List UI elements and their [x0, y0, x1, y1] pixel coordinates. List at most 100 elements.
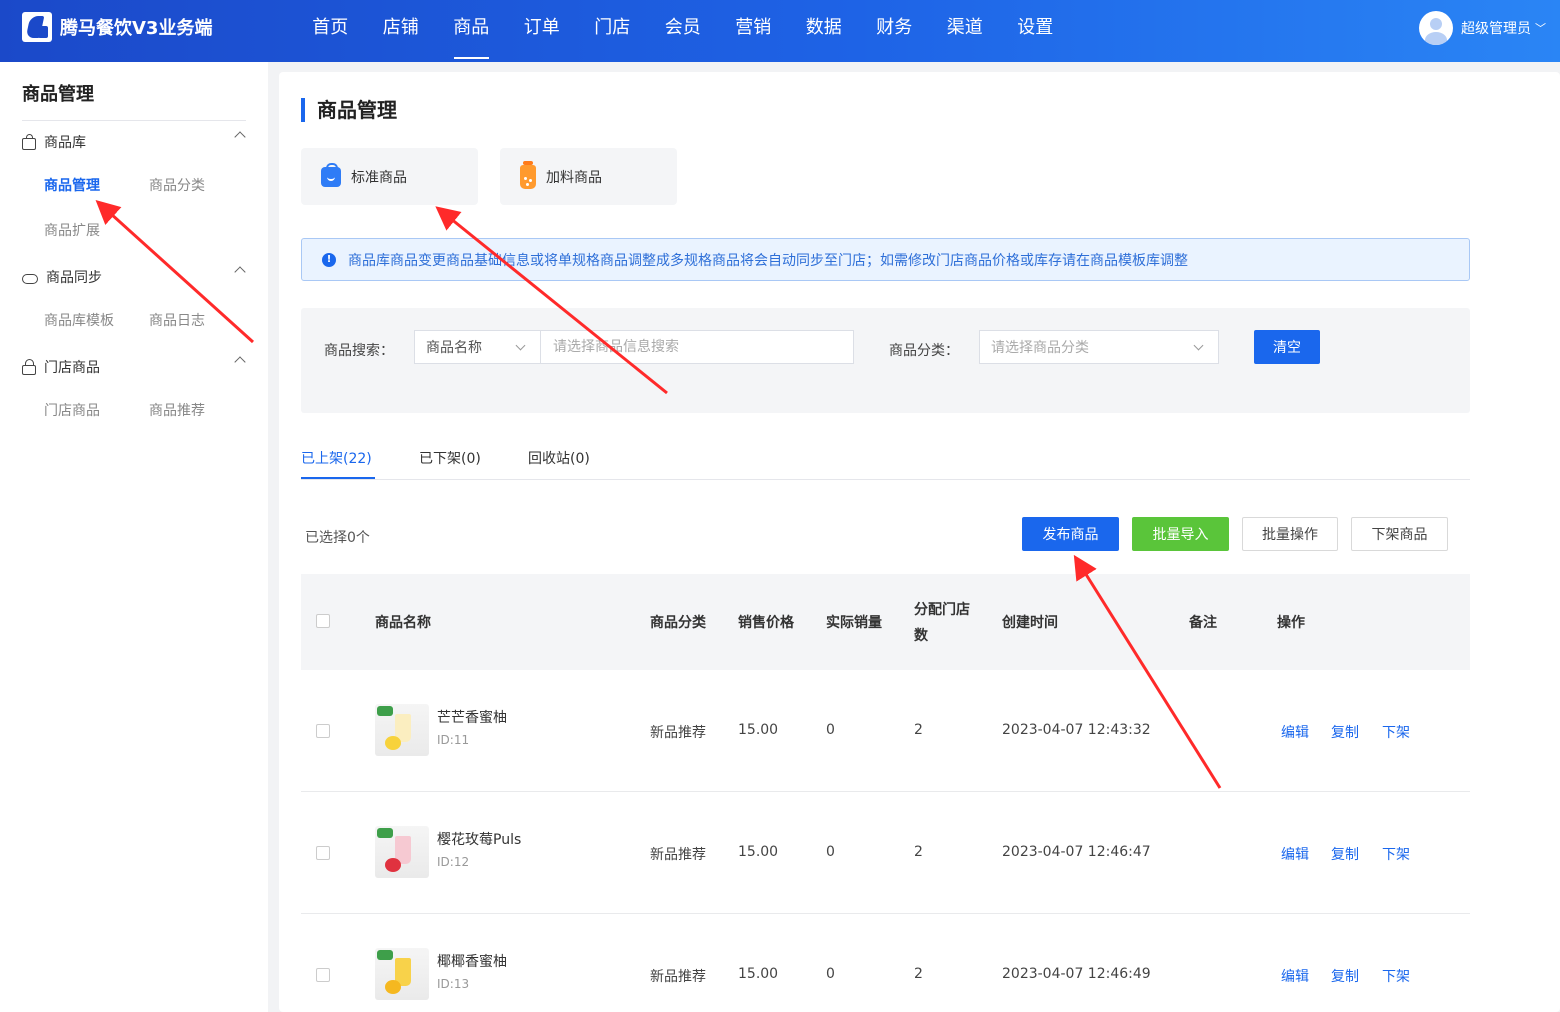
col-category: 商品分类	[650, 615, 706, 631]
col-remark: 备注	[1189, 615, 1217, 631]
offshelf-link[interactable]: 下架	[1382, 722, 1410, 742]
search-input[interactable]	[540, 330, 854, 364]
brand-badge	[377, 706, 393, 716]
top-bar: 腾马餐饮V3业务端 首页 店铺 商品 订单 门店 会员 营销 数据 财务 渠道 …	[0, 0, 1560, 62]
sidebar-item-goods-management[interactable]: 商品管理	[44, 175, 100, 195]
product-name: 芒芒香蜜柚	[437, 710, 507, 726]
sidebar-item-library-template[interactable]: 商品库模板	[44, 310, 114, 330]
batch-import-button[interactable]: 批量导入	[1132, 517, 1229, 551]
nav-marketing[interactable]: 营销	[718, 0, 789, 62]
nav-data[interactable]: 数据	[789, 0, 860, 62]
nav-stores[interactable]: 门店	[577, 0, 648, 62]
product-thumbnail	[375, 948, 429, 1000]
status-tabs: 已上架(22) 已下架(0) 回收站(0)	[301, 442, 1470, 480]
select-all-checkbox[interactable]	[316, 614, 330, 628]
copy-link[interactable]: 复制	[1331, 844, 1359, 864]
sidebar-group-label: 门店商品	[44, 360, 100, 376]
row-checkbox[interactable]	[316, 724, 330, 738]
table-header: 商品名称 商品分类 销售价格 实际销量 分配门店 数 创建时间 备注 操作	[301, 574, 1470, 670]
selected-count: 已选择0个	[305, 530, 370, 546]
sidebar-item-goods-log[interactable]: 商品日志	[149, 310, 205, 330]
shopping-bag-icon	[321, 162, 341, 187]
clear-button[interactable]: 清空	[1254, 330, 1320, 364]
product-name: 椰椰香蜜柚	[437, 954, 507, 970]
search-field-select[interactable]: 商品名称	[414, 330, 541, 364]
sidebar-item-goods-category[interactable]: 商品分类	[149, 175, 205, 195]
col-created: 创建时间	[1002, 615, 1058, 631]
chevron-down-icon: ﹀	[1535, 22, 1546, 35]
sidebar-title: 商品管理	[22, 84, 94, 105]
nav-finance[interactable]: 财务	[859, 0, 930, 62]
fruit	[385, 736, 401, 750]
avatar	[1419, 11, 1453, 45]
shopping-bag-icon	[22, 133, 36, 150]
offshelf-link[interactable]: 下架	[1382, 966, 1410, 986]
category-label: 商品分类：	[889, 343, 959, 359]
product-created: 2023-04-07 12:43:32	[1002, 722, 1151, 738]
col-name: 商品名称	[375, 615, 431, 631]
col-sales: 实际销量	[826, 615, 882, 631]
product-price: 15.00	[738, 722, 779, 738]
user-name: 超级管理员	[1461, 21, 1531, 37]
horse-logo-icon	[22, 12, 52, 42]
product-id: ID:12	[437, 855, 470, 869]
row-checkbox[interactable]	[316, 968, 330, 982]
fruit	[385, 858, 401, 872]
sidebar-group-store-goods[interactable]: 门店商品	[22, 355, 246, 379]
card-label: 加料商品	[546, 169, 602, 186]
nav-members[interactable]: 会员	[648, 0, 719, 62]
sidebar-group-goods-library[interactable]: 商品库	[22, 130, 246, 154]
edit-link[interactable]: 编辑	[1281, 844, 1309, 864]
sidebar-item-goods-extension[interactable]: 商品扩展	[44, 220, 100, 240]
nav-goods[interactable]: 商品	[436, 0, 507, 62]
product-category: 新品推荐	[650, 725, 706, 741]
notice-text: 商品库商品变更商品基础信息或将单规格商品调整成多规格商品将会自动同步至门店；如需…	[348, 252, 1188, 269]
row-checkbox[interactable]	[316, 846, 330, 860]
divider	[22, 120, 246, 121]
nav-orders[interactable]: 订单	[507, 0, 578, 62]
batch-operation-button[interactable]: 批量操作	[1242, 517, 1338, 551]
nav-channels[interactable]: 渠道	[930, 0, 1001, 62]
cloud-sync-icon	[22, 273, 38, 284]
chevron-down-icon	[515, 340, 526, 351]
brand-badge	[377, 828, 393, 838]
edit-link[interactable]: 编辑	[1281, 722, 1309, 742]
main-nav: 首页 店铺 商品 订单 门店 会员 营销 数据 财务 渠道 设置	[295, 0, 1071, 62]
table-row: 樱花玫莓Puls ID:12 新品推荐 15.00 0 2 2023-04-07…	[301, 792, 1470, 914]
sidebar-group-goods-sync[interactable]: 商品同步	[22, 265, 246, 289]
nav-settings[interactable]: 设置	[1000, 0, 1071, 62]
col-price: 销售价格	[738, 615, 794, 631]
info-notice: ! 商品库商品变更商品基础信息或将单规格商品调整成多规格商品将会自动同步至门店；…	[301, 238, 1470, 281]
standard-goods-card[interactable]: 标准商品	[301, 148, 478, 205]
product-stores: 2	[914, 966, 923, 982]
category-select[interactable]: 请选择商品分类	[979, 330, 1219, 364]
publish-goods-button[interactable]: 发布商品	[1022, 517, 1119, 551]
copy-link[interactable]: 复制	[1331, 722, 1359, 742]
product-category: 新品推荐	[650, 969, 706, 985]
offshelf-link[interactable]: 下架	[1382, 844, 1410, 864]
edit-link[interactable]: 编辑	[1281, 966, 1309, 986]
addon-goods-card[interactable]: 加料商品	[500, 148, 677, 205]
product-category: 新品推荐	[650, 847, 706, 863]
product-sales: 0	[826, 844, 835, 860]
tab-on-shelf[interactable]: 已上架(22)	[301, 448, 372, 468]
nav-shop[interactable]: 店铺	[366, 0, 437, 62]
tab-off-shelf[interactable]: 已下架(0)	[419, 448, 481, 468]
product-created: 2023-04-07 12:46:49	[1002, 966, 1151, 982]
product-price: 15.00	[738, 966, 779, 982]
table-row: 芒芒香蜜柚 ID:11 新品推荐 15.00 0 2 2023-04-07 12…	[301, 670, 1470, 792]
logo[interactable]: 腾马餐饮V3业务端	[22, 12, 212, 42]
sidebar-item-store-goods[interactable]: 门店商品	[44, 400, 100, 420]
offshelf-goods-button[interactable]: 下架商品	[1351, 517, 1448, 551]
user-menu[interactable]: 超级管理员 ﹀	[1419, 11, 1546, 45]
card-label: 标准商品	[351, 169, 407, 186]
chevron-up-icon	[234, 131, 246, 143]
main-panel: 商品管理 标准商品 加料商品 ! 商品库商品变更商品基础信息或将单规格商品调整成…	[279, 72, 1560, 1012]
app-title: 腾马餐饮V3业务端	[60, 18, 213, 39]
nav-home[interactable]: 首页	[295, 0, 366, 62]
copy-link[interactable]: 复制	[1331, 966, 1359, 986]
product-price: 15.00	[738, 844, 779, 860]
chevron-down-icon	[1193, 340, 1204, 351]
sidebar-item-goods-recommend[interactable]: 商品推荐	[149, 400, 205, 420]
tab-recycle-bin[interactable]: 回收站(0)	[528, 448, 590, 468]
